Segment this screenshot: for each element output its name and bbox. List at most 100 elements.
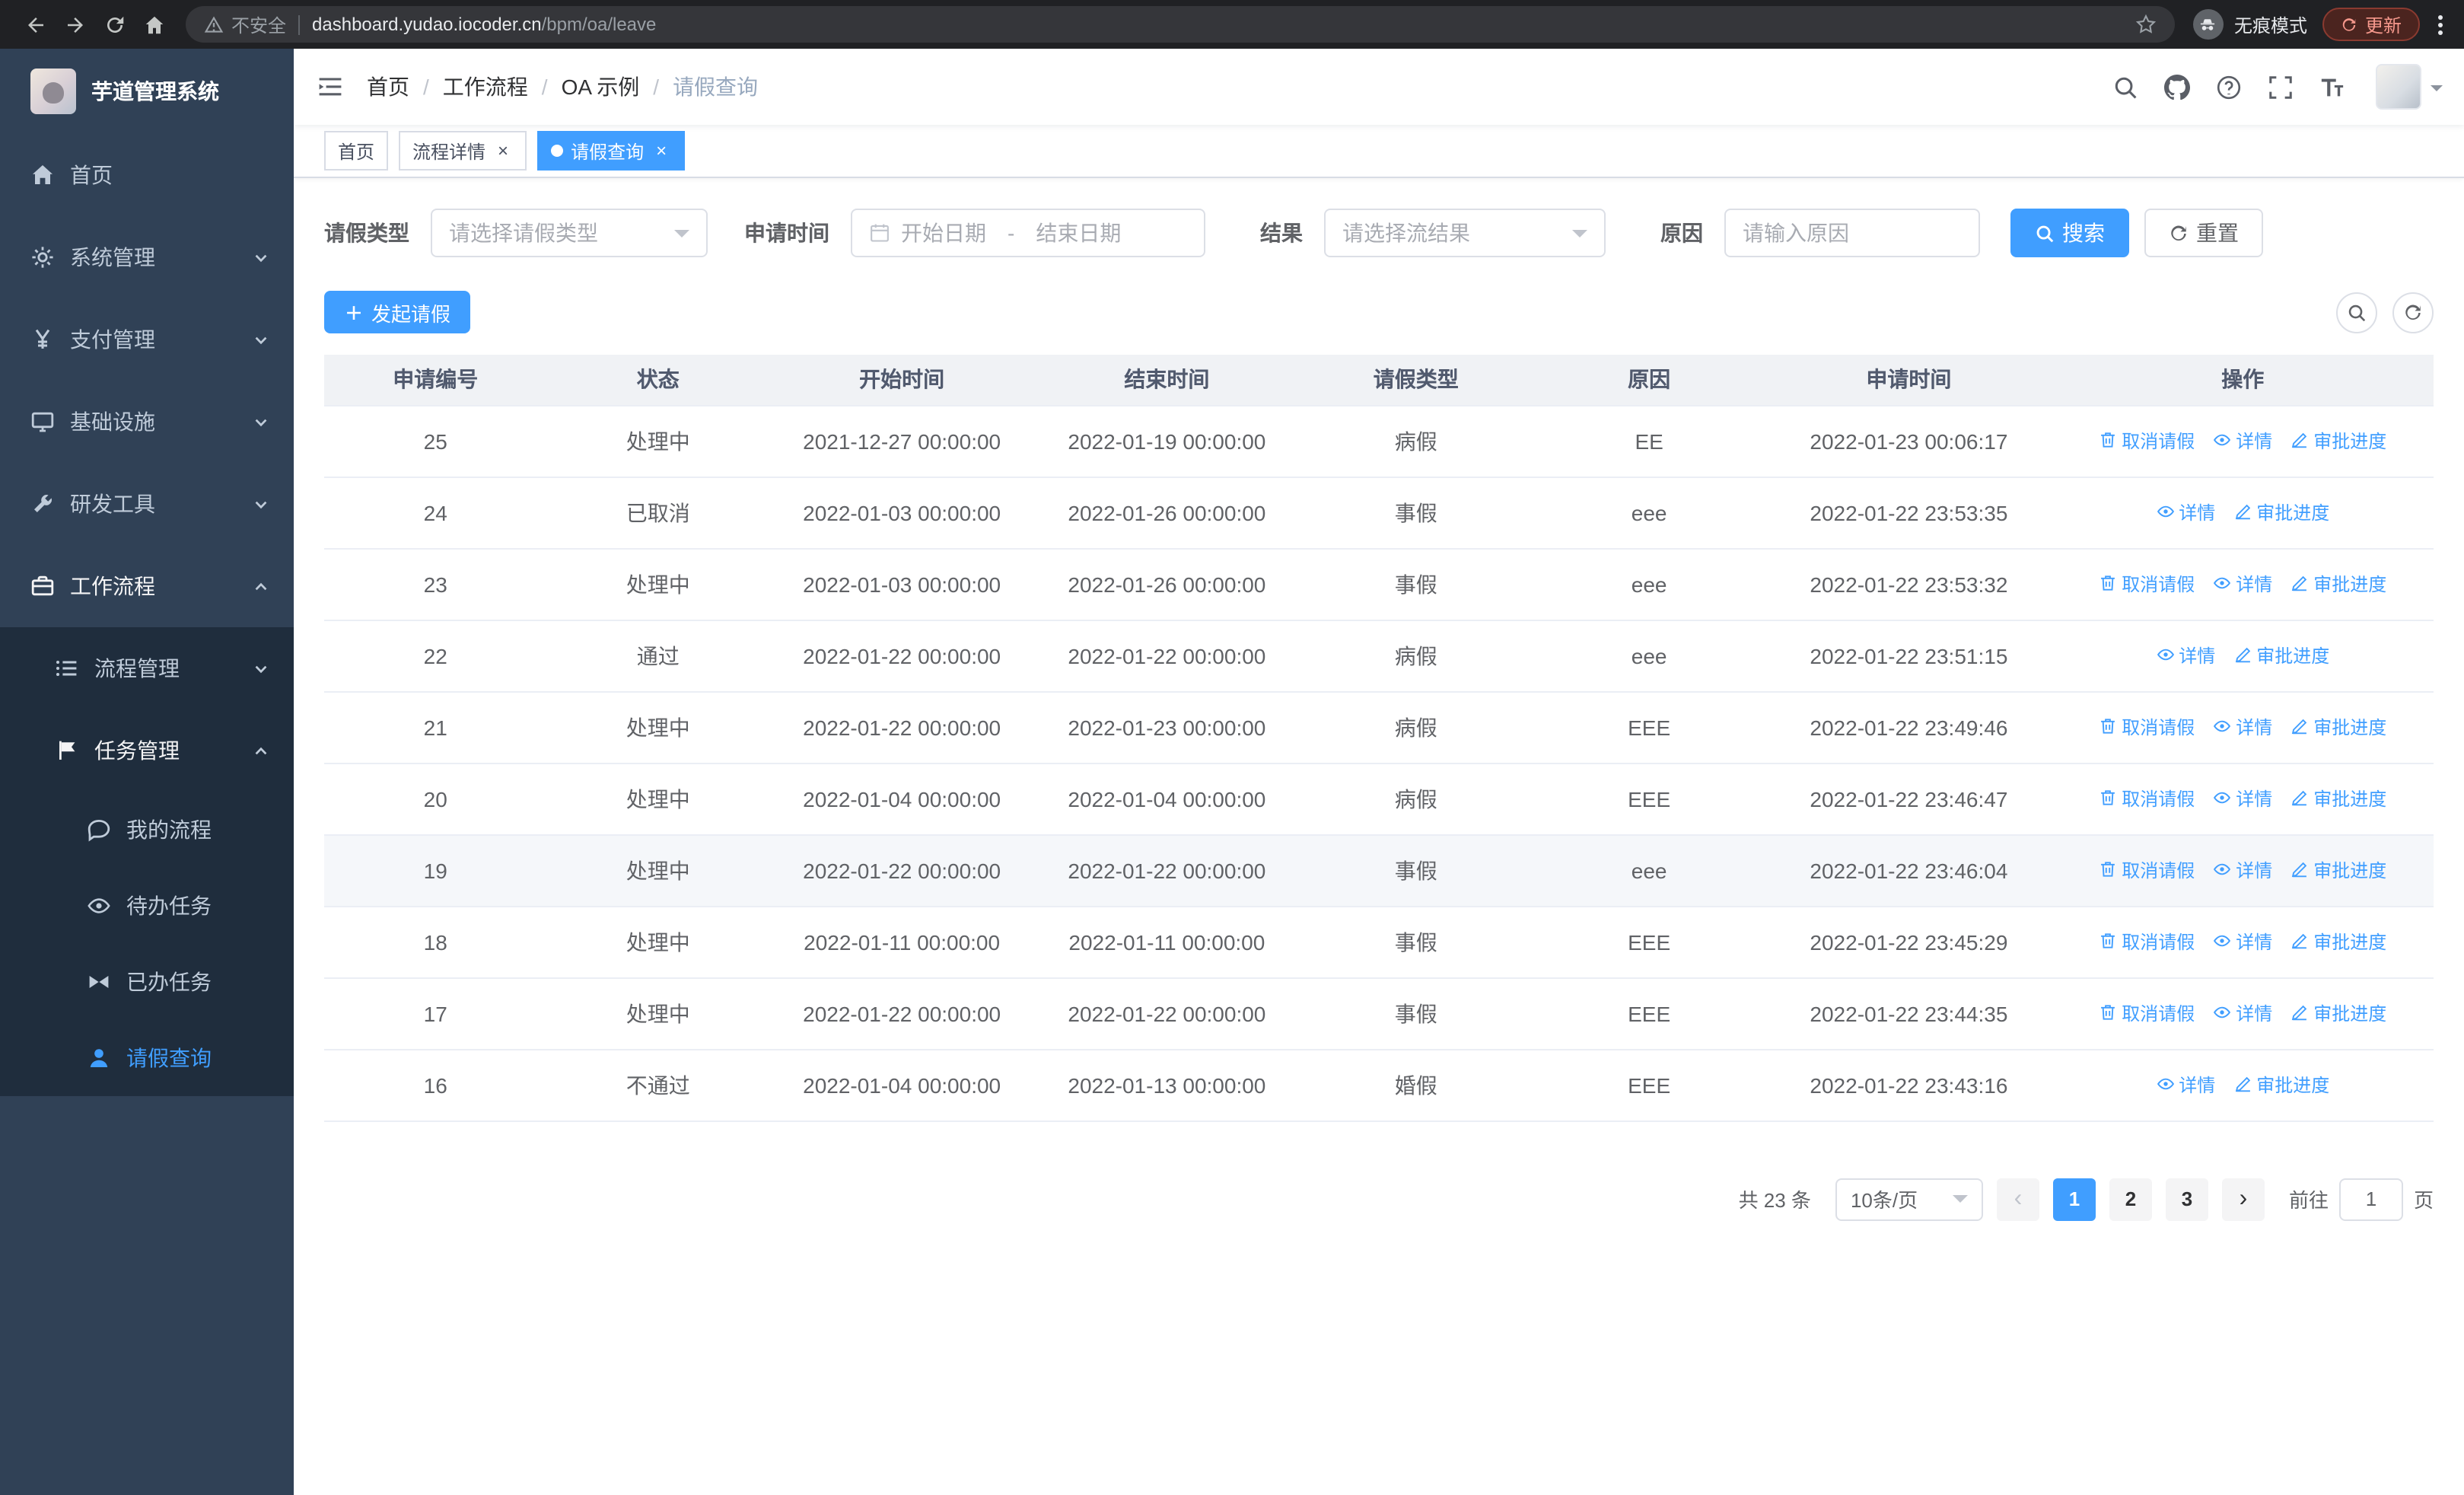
sidebar-item-home[interactable]: 首页 — [0, 134, 294, 216]
action-approval-progress[interactable]: 审批进度 — [2233, 642, 2329, 668]
fullscreen-icon[interactable] — [2254, 49, 2306, 125]
sidebar-item-leave-query[interactable]: 请假查询 — [0, 1020, 294, 1096]
browser-reload-button[interactable] — [94, 5, 134, 44]
browser-update-button[interactable]: 更新 — [2322, 8, 2420, 41]
action-approval-progress[interactable]: 审批进度 — [2291, 786, 2386, 811]
breadcrumb-item[interactable]: OA 示例 — [562, 72, 640, 102]
url-domain[interactable]: dashboard.yudao.iocoder.cn — [312, 14, 542, 35]
result-label: 结果 — [1260, 221, 1303, 245]
action-detail[interactable]: 详情 — [2213, 428, 2272, 454]
tab-leave-query[interactable]: 请假查询 × — [537, 131, 686, 171]
eye-icon — [2156, 646, 2174, 665]
page-button-1[interactable]: 1 — [2052, 1178, 2096, 1220]
column-header: 申请时间 — [1765, 355, 2052, 406]
action-approval-progress[interactable]: 审批进度 — [2291, 571, 2386, 597]
tab-home[interactable]: 首页 — [324, 131, 389, 171]
action-detail[interactable]: 详情 — [2213, 857, 2272, 883]
breadcrumb-item[interactable]: 首页 — [367, 72, 409, 102]
cell-start: 2021-12-27 00:00:00 — [769, 405, 1035, 477]
action-cancel-leave[interactable]: 取消请假 — [2099, 714, 2195, 740]
sidebar-item-system[interactable]: 系统管理 — [0, 216, 294, 298]
browser-home-button[interactable] — [134, 5, 173, 44]
page-button-2[interactable]: 2 — [2109, 1178, 2152, 1220]
sidebar: 芋道管理系统 首页 系统管理支付管理基础设施 研发工具工作流程流程管理 任务管理 我的流… — [0, 49, 294, 1495]
breadcrumb-item[interactable]: 工作流程 — [443, 72, 528, 102]
action-detail[interactable]: 详情 — [2156, 642, 2215, 668]
goto-page-input[interactable] — [2338, 1178, 2403, 1220]
address-bar[interactable]: 不安全 dashboard.yudao.iocoder.cn/bpm/oa/le… — [186, 6, 2175, 43]
toggle-search-button[interactable] — [2336, 292, 2377, 333]
sidebar-item-infra[interactable]: 基础设施 — [0, 381, 294, 463]
cell-reason: eee — [1532, 620, 1766, 692]
sidebar-item-devtools[interactable]: 研发工具 — [0, 463, 294, 545]
apply-time-label: 申请时间 — [744, 221, 829, 245]
action-approval-progress[interactable]: 审批进度 — [2233, 1072, 2329, 1098]
search-button[interactable]: 搜索 — [2010, 209, 2129, 257]
action-cancel-leave[interactable]: 取消请假 — [2099, 428, 2195, 454]
start-date-placeholder[interactable]: 开始日期 — [901, 218, 986, 248]
sidebar-item-payment[interactable]: 支付管理 — [0, 298, 294, 381]
cell-reason: eee — [1532, 834, 1766, 907]
action-approval-progress[interactable]: 审批进度 — [2291, 857, 2386, 883]
action-cancel-leave[interactable]: 取消请假 — [2099, 571, 2195, 597]
next-page-button[interactable]: › — [2221, 1178, 2265, 1220]
browser-back-button[interactable] — [15, 5, 55, 44]
action-detail[interactable]: 详情 — [2213, 786, 2272, 811]
cell-type: 事假 — [1299, 477, 1533, 549]
sidebar-collapse-icon[interactable] — [294, 73, 367, 100]
result-select[interactable]: 请选择流结果 — [1324, 209, 1606, 257]
sidebar-item-todo-tasks[interactable]: 待办任务 — [0, 868, 294, 944]
close-icon[interactable]: × — [651, 141, 671, 161]
action-detail[interactable]: 详情 — [2156, 1072, 2215, 1098]
action-detail[interactable]: 详情 — [2213, 929, 2272, 955]
app-logo[interactable]: 芋道管理系统 — [0, 49, 294, 134]
action-approval-progress[interactable]: 审批进度 — [2291, 1000, 2386, 1026]
end-date-placeholder[interactable]: 结束日期 — [1036, 218, 1121, 248]
pagination-goto: 前往 页 — [2289, 1178, 2434, 1220]
action-detail[interactable]: 详情 — [2213, 1000, 2272, 1026]
page-size-select[interactable]: 10条/页 — [1835, 1178, 1983, 1220]
sidebar-item-my-process[interactable]: 我的流程 — [0, 792, 294, 868]
url-path[interactable]: /bpm/oa/leave — [542, 14, 657, 35]
sidebar-item-label: 支付管理 — [70, 327, 155, 352]
action-approval-progress[interactable]: 审批进度 — [2291, 929, 2386, 955]
leave-type-select[interactable]: 请选择请假类型 — [431, 209, 708, 257]
cell-applied: 2022-01-23 00:06:17 — [1765, 405, 2052, 477]
action-cancel-leave[interactable]: 取消请假 — [2099, 929, 2195, 955]
action-cancel-leave[interactable]: 取消请假 — [2099, 857, 2195, 883]
tab-process-detail[interactable]: 流程详情 × — [399, 131, 527, 171]
avatar-caret-down-icon[interactable] — [2431, 85, 2443, 97]
browser-menu-icon[interactable] — [2432, 14, 2449, 34]
page-button-3[interactable]: 3 — [2165, 1178, 2208, 1220]
security-warning-label[interactable]: 不安全 — [231, 11, 286, 37]
font-size-icon[interactable] — [2306, 49, 2357, 125]
create-leave-button[interactable]: 发起请假 — [324, 291, 471, 333]
help-icon[interactable] — [2202, 49, 2254, 125]
action-detail[interactable]: 详情 — [2156, 499, 2215, 525]
cell-reason: EE — [1532, 405, 1766, 477]
sidebar-item-task-mgmt[interactable]: 任务管理 — [0, 709, 294, 792]
github-icon[interactable] — [2150, 49, 2202, 125]
bookmark-star-icon[interactable] — [2135, 14, 2157, 35]
action-approval-progress[interactable]: 审批进度 — [2291, 428, 2386, 454]
reason-input[interactable] — [1743, 221, 1962, 245]
user-avatar[interactable] — [2376, 64, 2421, 110]
close-icon[interactable]: × — [493, 141, 513, 161]
browser-forward-button[interactable] — [55, 5, 94, 44]
apply-time-range-picker[interactable]: 开始日期 - 结束日期 — [851, 209, 1205, 257]
page-unit-label: 页 — [2413, 1189, 2434, 1212]
action-detail[interactable]: 详情 — [2213, 571, 2272, 597]
search-icon[interactable] — [2099, 49, 2150, 125]
refresh-table-button[interactable] — [2392, 292, 2434, 333]
prev-page-button[interactable]: ‹ — [1996, 1178, 2039, 1220]
action-detail[interactable]: 详情 — [2213, 714, 2272, 740]
action-cancel-leave[interactable]: 取消请假 — [2099, 786, 2195, 811]
action-approval-progress[interactable]: 审批进度 — [2291, 714, 2386, 740]
action-cancel-leave[interactable]: 取消请假 — [2099, 1000, 2195, 1026]
sidebar-item-label: 工作流程 — [70, 574, 155, 598]
sidebar-item-done-tasks[interactable]: 已办任务 — [0, 944, 294, 1020]
sidebar-item-workflow[interactable]: 工作流程 — [0, 545, 294, 627]
sidebar-item-process-mgmt[interactable]: 流程管理 — [0, 627, 294, 709]
action-approval-progress[interactable]: 审批进度 — [2233, 499, 2329, 525]
reset-button[interactable]: 重置 — [2144, 209, 2263, 257]
